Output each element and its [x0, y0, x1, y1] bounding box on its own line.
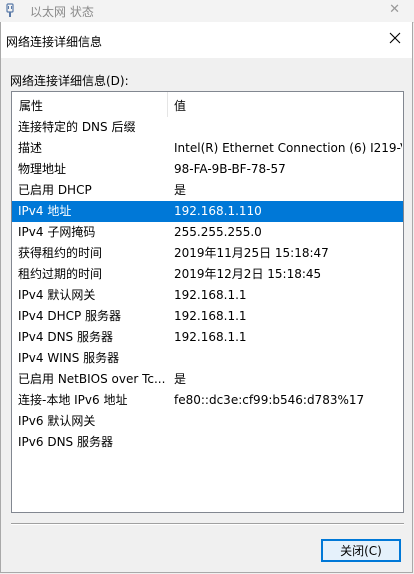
listview-body: 连接特定的 DNS 后缀 描述 Intel(R) Ethernet Connecti… — [12, 117, 403, 453]
details-listview[interactable]: 属性 值 连接特定的 DNS 后缀 描述 Intel(R) Ethernet Con… — [11, 91, 404, 513]
row-value: 192.168.1.1 — [174, 288, 247, 302]
row-property: IPv4 子网掩码 — [18, 225, 96, 239]
table-row[interactable]: 连接-本地 IPv6 地址 fe80::dc3e:cf99:b546:d783%1… — [12, 390, 403, 411]
row-property: 获得租约的时间 — [18, 246, 103, 260]
row-value: 2019年12月2日 15:18:45 — [174, 267, 322, 281]
row-property: 已启用 DHCP — [18, 183, 92, 197]
table-row[interactable]: IPv4 子网掩码 255.255.255.0 — [12, 222, 403, 243]
row-property: IPv4 DHCP 服务器 — [18, 309, 122, 323]
table-row[interactable]: 获得租约的时间 2019年11月25日 15:18:47 — [12, 243, 403, 264]
row-property: IPv4 WINS 服务器 — [18, 351, 120, 365]
dialog-titlebar: 网络连接详细信息 — [1, 22, 412, 58]
table-row[interactable]: IPv4 DNS 服务器 192.168.1.1 — [12, 327, 403, 348]
table-row[interactable]: IPv4 默认网关 192.168.1.1 — [12, 285, 403, 306]
background-window-close-button[interactable]: ✕ — [389, 2, 400, 17]
table-row[interactable]: IPv4 地址 192.168.1.110 — [12, 201, 403, 222]
separator-line — [11, 523, 404, 525]
row-property: 租约过期的时间 — [18, 267, 103, 281]
table-row[interactable]: IPv4 DHCP 服务器 192.168.1.1 — [12, 306, 403, 327]
table-row[interactable]: 已启用 NetBIOS over Tc... 是 — [12, 369, 403, 390]
column-header-value[interactable]: 值 — [174, 97, 186, 114]
row-property: 物理地址 — [18, 162, 67, 176]
row-property: IPv6 默认网关 — [18, 414, 96, 428]
row-property: IPv4 默认网关 — [18, 288, 96, 302]
listview-header: 属性 值 — [12, 92, 403, 117]
row-property: IPv6 DNS 服务器 — [18, 435, 113, 449]
background-window-titlebar: 以太网 状态 ✕ — [0, 0, 414, 23]
column-divider[interactable] — [167, 92, 168, 117]
row-property: 描述 — [18, 141, 43, 155]
table-row[interactable]: 物理地址 98-FA-9B-BF-78-57 — [12, 159, 403, 180]
row-property: IPv4 地址 — [18, 204, 72, 218]
background-window-title: 以太网 状态 — [30, 5, 94, 19]
column-header-property[interactable]: 属性 — [19, 97, 43, 114]
row-value: 192.168.1.1 — [174, 330, 247, 344]
row-value: 192.168.1.1 — [174, 309, 247, 323]
table-row[interactable]: 租约过期的时间 2019年12月2日 15:18:45 — [12, 264, 403, 285]
close-icon[interactable] — [387, 30, 403, 46]
row-value: fe80::dc3e:cf99:b546:d783%17 — [174, 393, 365, 407]
dialog-title: 网络连接详细信息 — [6, 35, 103, 49]
row-value: Intel(R) Ethernet Connection (6) I219-V — [174, 141, 402, 155]
row-value: 98-FA-9B-BF-78-57 — [174, 162, 286, 176]
close-button[interactable]: 关闭(C) — [321, 539, 401, 562]
network-details-dialog: 网络连接详细信息 网络连接详细信息(D): 属性 值 连接特定的 DNS 后缀描… — [0, 22, 413, 573]
network-adapter-icon — [4, 3, 16, 18]
table-row[interactable]: IPv6 默认网关 — [12, 411, 403, 432]
row-value: 是 — [174, 372, 187, 386]
row-value: 是 — [174, 183, 187, 197]
details-section-label: 网络连接详细信息(D): — [10, 74, 129, 88]
table-row[interactable]: IPv4 WINS 服务器 — [12, 348, 403, 369]
table-row[interactable]: IPv6 DNS 服务器 — [12, 432, 403, 453]
row-property: 连接特定的 DNS 后缀 — [18, 120, 136, 134]
table-row[interactable]: 描述 Intel(R) Ethernet Connection (6) I219-… — [12, 138, 403, 159]
row-property: 连接-本地 IPv6 地址 — [18, 393, 128, 407]
table-row[interactable]: 已启用 DHCP 是 — [12, 180, 403, 201]
table-row[interactable]: 连接特定的 DNS 后缀 — [12, 117, 403, 138]
row-property: 已启用 NetBIOS over Tc... — [18, 372, 166, 386]
row-value: 2019年11月25日 15:18:47 — [174, 246, 329, 260]
row-value: 255.255.255.0 — [174, 225, 262, 239]
row-property: IPv4 DNS 服务器 — [18, 330, 113, 344]
row-value: 192.168.1.110 — [174, 204, 262, 218]
